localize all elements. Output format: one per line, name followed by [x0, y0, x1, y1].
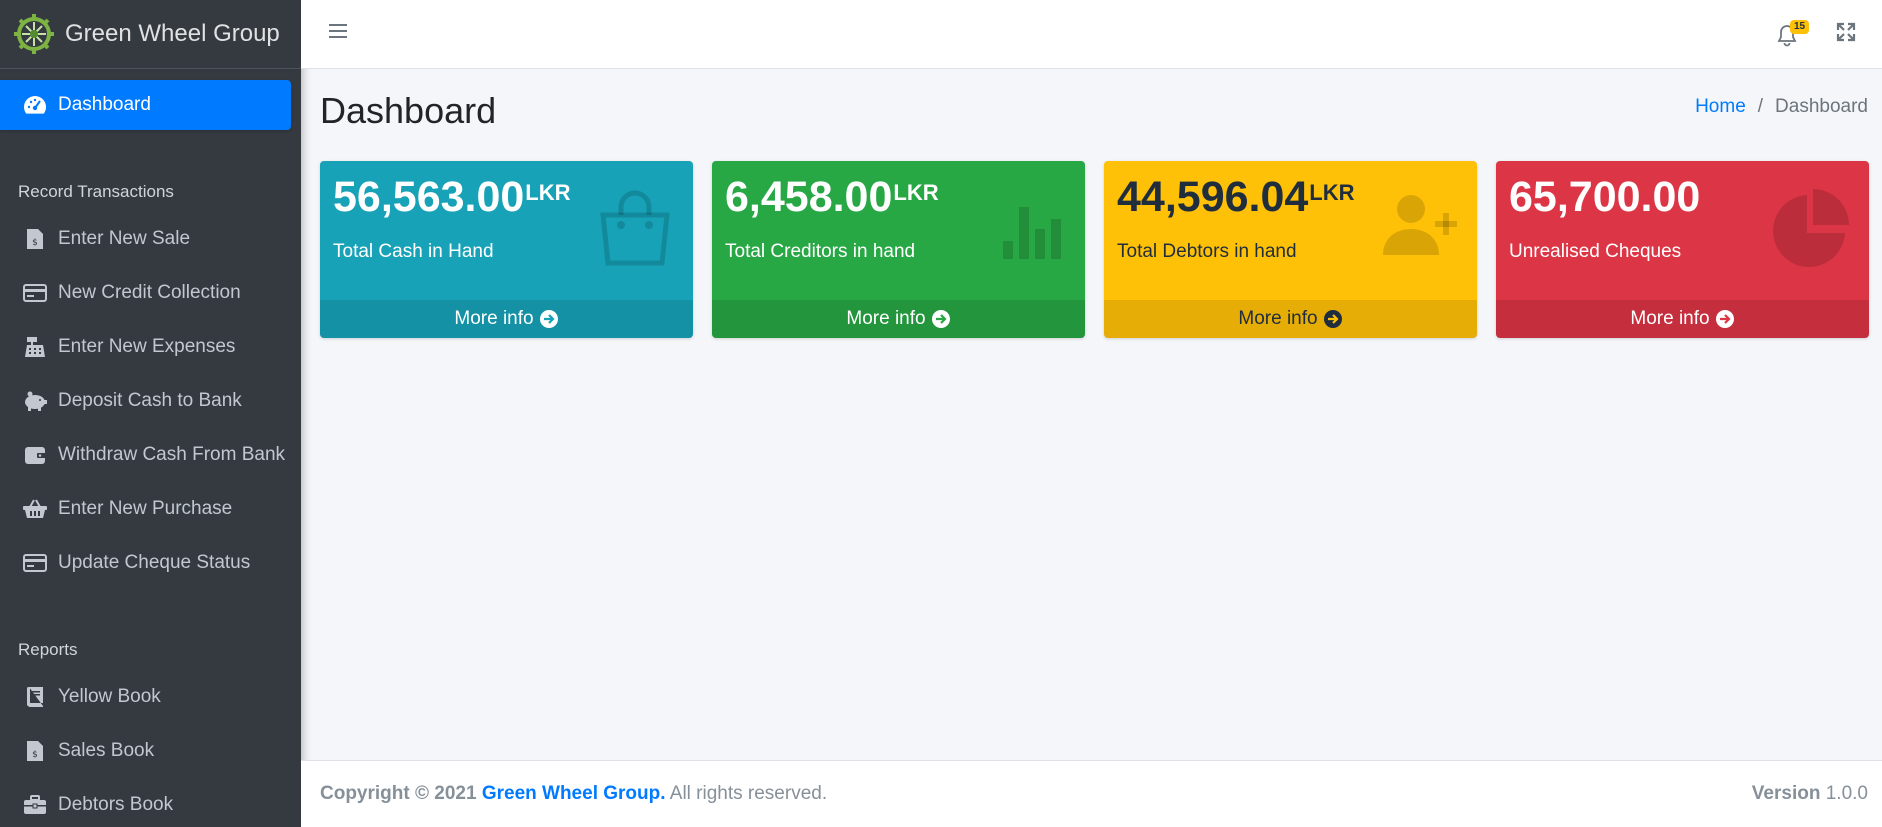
sidebar-nav: Dashboard Record Transactions $ Enter Ne… [0, 69, 301, 827]
cash-register-icon [22, 334, 48, 360]
sidebar-item-label: Update Cheque Status [58, 552, 251, 573]
arrow-circle-right-icon [1323, 310, 1342, 328]
sidebar-item-update-cheque-status[interactable]: Update Cheque Status [0, 538, 291, 588]
copyright-text: Copyright © 2021 Green Wheel Group. All … [320, 783, 827, 805]
user-plus-icon [1377, 185, 1461, 269]
sidebar-item-enter-new-sale[interactable]: $ Enter New Sale [0, 214, 291, 264]
breadcrumb-home-link[interactable]: Home [1695, 96, 1746, 118]
stats-boxes: 56,563.00LKR Total Cash in Hand More inf… [320, 161, 1869, 338]
sidebar-item-label: Yellow Book [58, 686, 161, 707]
sidebar-item-debtors-book[interactable]: Debtors Book [0, 780, 291, 827]
notification-badge: 15 [1790, 20, 1810, 34]
breadcrumb-separator: / [1757, 96, 1764, 117]
box-value: 44,596.04LKR [1117, 173, 1355, 221]
nav-header-transactions: Record Transactions [18, 182, 174, 201]
sidebar-item-deposit-cash-to-bank[interactable]: Deposit Cash to Bank [0, 376, 291, 426]
sidebar-item-label: Dashboard [58, 94, 151, 115]
sidebar-item-withdraw-cash-from-bank[interactable]: Withdraw Cash From Bank [0, 430, 291, 480]
invoice-icon: $ [22, 738, 48, 764]
basket-icon [22, 496, 48, 522]
nav-header-reports: Reports [18, 640, 78, 659]
rights-text: All rights reserved. [669, 783, 828, 804]
sidebar-item-enter-new-expenses[interactable]: Enter New Expenses [0, 322, 291, 372]
svg-text:$: $ [32, 238, 38, 248]
box-unit: LKR [525, 180, 571, 205]
sidebar-item-label: Withdraw Cash From Bank [58, 444, 286, 465]
svg-text:$: $ [32, 750, 38, 760]
sidebar-item-label: Sales Book [58, 740, 155, 761]
wallet-icon [22, 442, 48, 468]
pie-chart-icon [1769, 185, 1853, 269]
sidebar-item-dashboard[interactable]: Dashboard [0, 80, 291, 130]
fullscreen-icon[interactable] [1836, 22, 1860, 46]
copyright-label: Copyright © 2021 [320, 783, 477, 804]
notifications-bell-icon[interactable]: 15 [1776, 20, 1810, 48]
page-footer: Copyright © 2021 Green Wheel Group. All … [301, 760, 1882, 827]
top-navbar: 15 [301, 0, 1882, 69]
version-info: Version 1.0.0 [1752, 783, 1868, 805]
bar-chart-icon [985, 185, 1069, 269]
book-icon [22, 684, 48, 710]
gear-wheel-logo-icon [12, 12, 56, 56]
box-unit: LKR [893, 180, 939, 205]
breadcrumb: Home / Dashboard [1695, 96, 1868, 118]
arrow-circle-right-icon [931, 310, 950, 328]
page-title: Dashboard [320, 90, 497, 131]
sidebar-item-sales-book[interactable]: $ Sales Book [0, 726, 291, 776]
sidebar-item-label: New Credit Collection [58, 282, 241, 303]
sidebar-item-label: Enter New Expenses [58, 336, 236, 357]
sidebar-item-new-credit-collection[interactable]: New Credit Collection [0, 268, 291, 318]
menu-toggle-icon[interactable] [329, 22, 353, 46]
tachometer-icon [22, 92, 48, 118]
unrealised-cheques-box: 65,700.00 Unrealised Cheques More info [1496, 161, 1869, 338]
box-label: Total Debtors in hand [1117, 241, 1297, 262]
sidebar-item-label: Enter New Sale [58, 228, 191, 249]
debtors-box: 44,596.04LKR Total Debtors in hand More … [1104, 161, 1477, 338]
box-label: Total Cash in Hand [333, 241, 494, 262]
shopping-bag-icon [593, 185, 677, 269]
more-info-link[interactable]: More info [712, 300, 1085, 338]
creditors-box: 6,458.00LKR Total Creditors in hand More… [712, 161, 1085, 338]
version-number: 1.0.0 [1825, 783, 1868, 804]
more-info-link[interactable]: More info [320, 300, 693, 338]
more-info-label: More info [454, 308, 534, 329]
sidebar-item-label: Deposit Cash to Bank [58, 390, 242, 411]
more-info-link[interactable]: More info [1104, 300, 1477, 338]
company-link[interactable]: Green Wheel Group. [482, 783, 666, 804]
invoice-icon: $ [22, 226, 48, 252]
brand-name: Green Wheel Group [65, 20, 280, 47]
more-info-label: More info [1630, 308, 1710, 329]
breadcrumb-current: Dashboard [1775, 96, 1868, 117]
briefcase-icon [22, 792, 48, 818]
credit-card-icon [22, 550, 48, 576]
more-info-link[interactable]: More info [1496, 300, 1869, 338]
box-label: Unrealised Cheques [1509, 241, 1682, 262]
version-label: Version [1751, 783, 1821, 804]
piggy-bank-icon [22, 388, 48, 414]
brand-link[interactable]: Green Wheel Group [0, 0, 301, 69]
box-unit: LKR [1309, 180, 1355, 205]
more-info-label: More info [846, 308, 926, 329]
arrow-circle-right-icon [1715, 310, 1734, 328]
sidebar-item-label: Debtors Book [58, 794, 174, 815]
cash-in-hand-box: 56,563.00LKR Total Cash in Hand More inf… [320, 161, 693, 338]
box-value: 6,458.00LKR [725, 173, 939, 221]
box-value: 65,700.00 [1509, 173, 1701, 221]
sidebar-item-label: Enter New Purchase [58, 498, 233, 519]
sidebar-item-yellow-book[interactable]: Yellow Book [0, 672, 291, 722]
more-info-label: More info [1238, 308, 1318, 329]
box-value: 56,563.00LKR [333, 173, 571, 221]
arrow-circle-right-icon [539, 310, 558, 328]
credit-card-icon [22, 280, 48, 306]
sidebar-item-enter-new-purchase[interactable]: Enter New Purchase [0, 484, 291, 534]
main-sidebar: Green Wheel Group Dashboard Record Trans… [0, 0, 301, 827]
box-label: Total Creditors in hand [725, 241, 916, 262]
